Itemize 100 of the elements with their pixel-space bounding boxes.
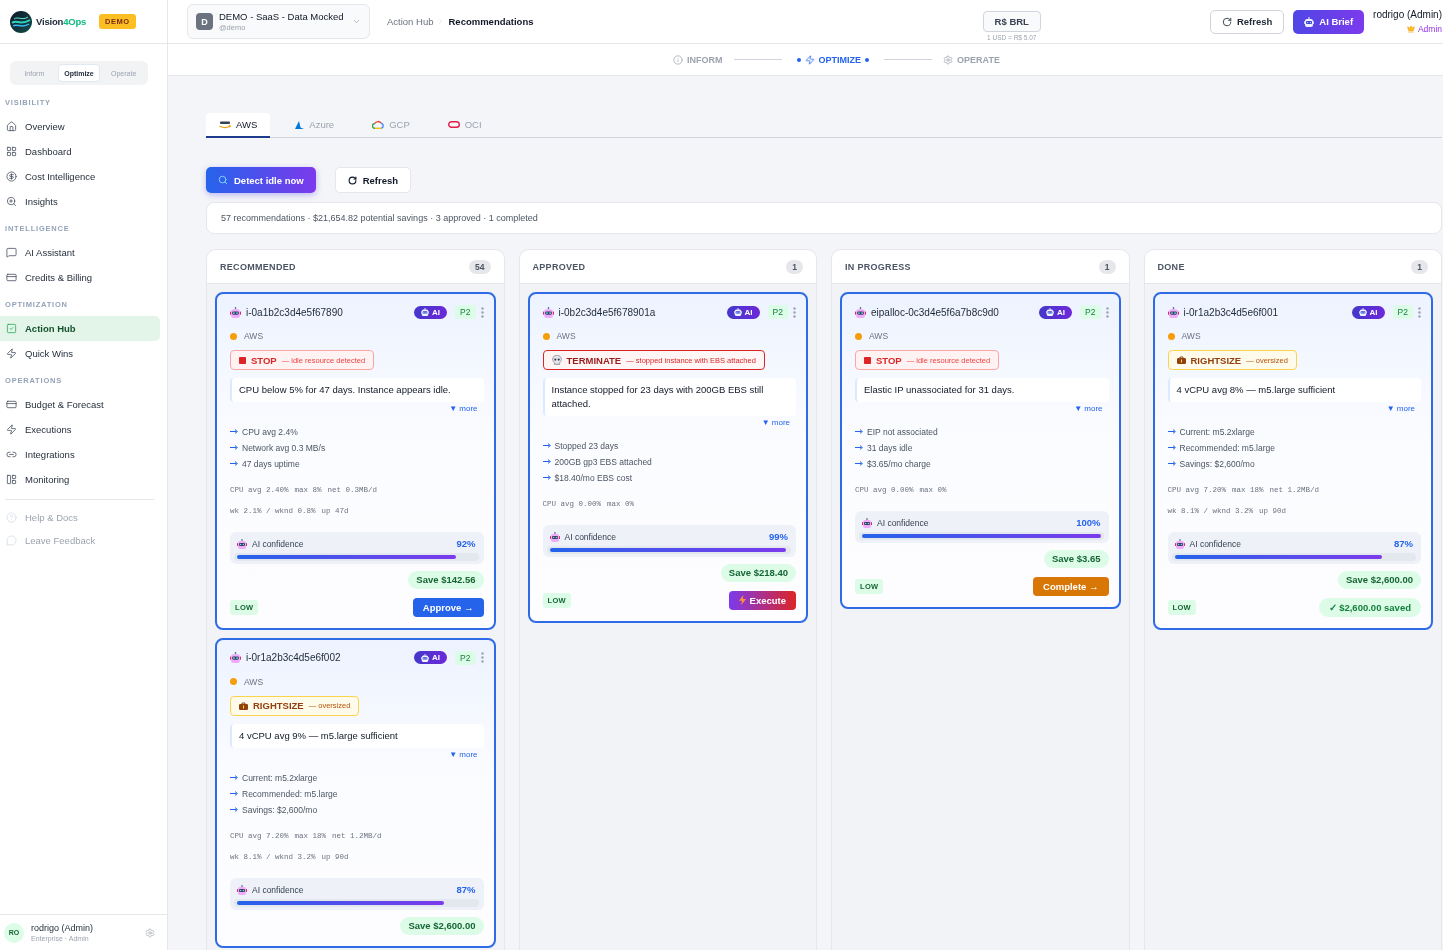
resource-id: i-0r1a2b3c4d5e6f002 bbox=[246, 652, 342, 664]
recommendation-description: 4 vCPU avg 9% — m5.large sufficient bbox=[230, 723, 484, 748]
robot-icon bbox=[855, 306, 866, 318]
sidebar-item[interactable]: Quick Wins bbox=[0, 341, 160, 366]
savings-badge: Save $142.56 bbox=[408, 570, 484, 589]
sidebar-item[interactable]: Monitoring bbox=[0, 467, 160, 492]
sidebar-item[interactable]: Action Hub bbox=[0, 316, 160, 341]
refresh-icon bbox=[347, 175, 357, 185]
approve-button[interactable]: Approve → bbox=[412, 597, 484, 617]
kebab-menu-icon[interactable] bbox=[793, 306, 796, 318]
column-count: 1 bbox=[1098, 259, 1116, 274]
arrow-right-icon bbox=[855, 461, 863, 467]
robot-icon bbox=[1046, 308, 1055, 316]
column-title: RECOMMENDED bbox=[220, 261, 296, 272]
workspace-avatar: D bbox=[196, 13, 213, 30]
detail-text: CPU avg 2.4% bbox=[242, 426, 298, 437]
kebab-menu-icon[interactable] bbox=[1418, 306, 1421, 318]
arrow-right-icon bbox=[1167, 445, 1176, 451]
smile-arrow-logo-icon bbox=[219, 120, 231, 129]
kebab-menu-icon[interactable] bbox=[480, 306, 484, 318]
complete-button[interactable]: Complete → bbox=[1033, 576, 1109, 596]
provider-tab[interactable]: AWS bbox=[206, 113, 271, 138]
arrow-right-icon bbox=[542, 459, 551, 465]
robot-icon bbox=[1174, 538, 1185, 549]
ai-brief-button[interactable]: AI Brief bbox=[1293, 9, 1365, 34]
execute-button[interactable]: Execute bbox=[728, 590, 796, 610]
chevron-right-icon bbox=[437, 18, 445, 25]
robot-icon bbox=[421, 308, 430, 316]
sidebar-item[interactable]: AI Assistant bbox=[0, 240, 160, 265]
dollar-circle-icon bbox=[6, 171, 17, 182]
sidebar-item[interactable]: Credits & Billing bbox=[0, 265, 160, 290]
priority-badge: P2 bbox=[455, 305, 476, 319]
breadcrumb-link[interactable]: Action Hub bbox=[387, 16, 434, 27]
detail-text: 47 days uptime bbox=[242, 458, 300, 469]
arrow-right-icon bbox=[230, 775, 238, 781]
arrow-right-icon bbox=[230, 429, 238, 435]
recommendation-description: 4 vCPU avg 8% — m5.large sufficient bbox=[1167, 378, 1421, 402]
recommendation-description: Elastic IP unassociated for 31 days. bbox=[855, 378, 1109, 402]
sidebar-item[interactable]: Executions bbox=[0, 417, 160, 442]
robot-icon bbox=[549, 531, 560, 542]
confidence-value: 92% bbox=[456, 538, 476, 550]
provider-name: AWS bbox=[244, 331, 264, 341]
settings-icon[interactable] bbox=[145, 927, 155, 938]
detail-text: $3.65/mo charge bbox=[867, 458, 931, 469]
column-title: APPROVED bbox=[532, 261, 586, 272]
robot-icon bbox=[733, 308, 742, 316]
bag-icon bbox=[239, 701, 248, 710]
savings-badge: Save $3.65 bbox=[1043, 549, 1109, 568]
column-title: IN PROGRESS bbox=[845, 261, 911, 272]
sidebar-item[interactable]: Overview bbox=[0, 114, 160, 139]
more-link[interactable]: ▼ more bbox=[449, 748, 478, 761]
kebab-menu-icon[interactable] bbox=[1105, 306, 1109, 318]
detect-idle-button[interactable]: Detect idle now bbox=[206, 167, 316, 193]
stepper-step[interactable]: OPTIMIZE bbox=[804, 54, 862, 65]
priority-badge: P2 bbox=[1392, 305, 1413, 319]
ai-label: AI bbox=[1057, 307, 1066, 317]
more-link[interactable]: ▼ more bbox=[1386, 402, 1415, 415]
action-name: TERMINATE bbox=[566, 354, 622, 366]
ai-label: AI bbox=[432, 653, 441, 663]
refresh-button[interactable]: Refresh bbox=[334, 167, 412, 193]
refresh-button[interactable]: Refresh bbox=[1209, 9, 1285, 34]
robot-icon bbox=[230, 306, 241, 318]
detail-text: Network avg 0.3 MB/s bbox=[242, 442, 326, 453]
more-link[interactable]: ▼ more bbox=[449, 402, 478, 415]
confidence-value: 87% bbox=[1394, 538, 1413, 550]
skull-icon bbox=[551, 355, 562, 365]
sidebar-item[interactable]: Dashboard bbox=[0, 139, 160, 164]
confidence-label: AI confidence bbox=[564, 531, 617, 542]
column-count: 1 bbox=[1411, 259, 1428, 274]
action-name: STOP bbox=[876, 354, 902, 366]
provider-dot-icon bbox=[855, 332, 862, 340]
detail-text: Recommended: m5.large bbox=[1179, 442, 1275, 453]
ai-label: AI bbox=[744, 307, 753, 317]
sidebar-item[interactable]: Integrations bbox=[0, 442, 160, 467]
priority-badge: P2 bbox=[455, 650, 476, 665]
detail-text: Savings: $2,600/mo bbox=[1179, 458, 1255, 469]
arrow-right-icon bbox=[855, 445, 863, 451]
layout-panel-icon bbox=[6, 474, 17, 485]
arrow-right-icon bbox=[230, 807, 238, 813]
priority-badge: P2 bbox=[1080, 305, 1101, 319]
chevron-down-icon bbox=[352, 17, 361, 26]
chat-bubble-icon bbox=[6, 535, 17, 546]
more-link[interactable]: ▼ more bbox=[761, 416, 790, 429]
check-square-icon bbox=[6, 323, 17, 334]
stop-square-icon bbox=[864, 356, 871, 364]
sidebar-item[interactable]: Cost Intelligence bbox=[0, 164, 160, 189]
more-link[interactable]: ▼ more bbox=[1074, 402, 1103, 415]
user-role: Admin bbox=[1417, 24, 1442, 34]
kebab-menu-icon[interactable] bbox=[480, 652, 484, 664]
sidebar-item[interactable]: Insights bbox=[0, 189, 160, 214]
detail-text: Current: m5.2xlarge bbox=[1179, 426, 1255, 437]
sidebar-item[interactable]: Budget & Forecast bbox=[0, 392, 160, 417]
savings-badge: Save $2,600.00 bbox=[1337, 570, 1421, 589]
column-count: 1 bbox=[786, 259, 803, 274]
confidence-value: 99% bbox=[769, 531, 788, 543]
currency-button[interactable]: R$ BRL bbox=[982, 11, 1041, 32]
detail-text: Current: m5.2xlarge bbox=[242, 772, 318, 783]
confidence-label: AI confidence bbox=[252, 884, 305, 895]
action-name: STOP bbox=[251, 354, 277, 366]
credit-card-icon bbox=[6, 399, 17, 410]
